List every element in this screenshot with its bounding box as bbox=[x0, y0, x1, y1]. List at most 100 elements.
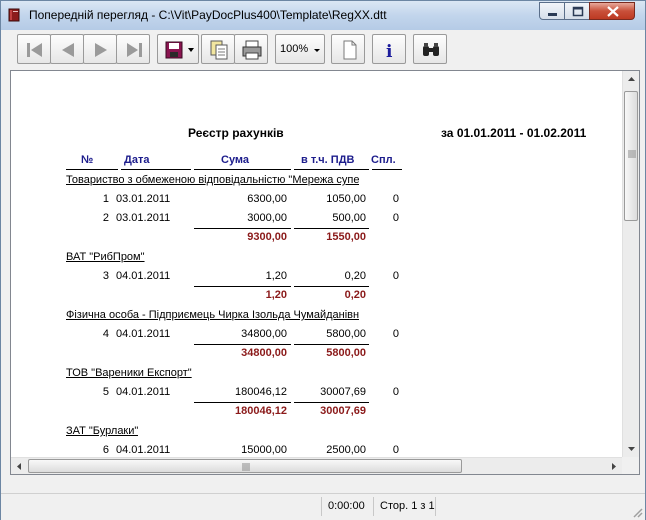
header-underline bbox=[294, 169, 369, 170]
group-total-sum: 1,20 bbox=[265, 289, 287, 301]
group-name: ТОВ "Вареники Експорт" bbox=[66, 367, 192, 379]
last-page-icon bbox=[127, 43, 142, 57]
status-bar: 0:00:00 Стор. 1 з 1 bbox=[1, 493, 645, 520]
row-date: 04.01.2011 bbox=[116, 386, 171, 398]
row-paid: 0 bbox=[392, 193, 399, 205]
scroll-down-arrow-icon[interactable] bbox=[623, 440, 640, 457]
save-icon bbox=[165, 41, 194, 59]
row-number: 1 bbox=[102, 193, 109, 205]
preview-window: Попередній перегляд - C:\Vit\PayDocPlus4… bbox=[0, 0, 646, 520]
group-total-sum: 34800,00 bbox=[241, 347, 287, 359]
status-time: 0:00:00 bbox=[321, 497, 373, 516]
resize-grip-icon[interactable] bbox=[631, 506, 643, 518]
total-line bbox=[194, 402, 291, 403]
group-name: ЗАТ "Бурлаки" bbox=[66, 425, 139, 437]
row-vat: 5800,00 bbox=[326, 328, 366, 340]
last-page-button[interactable] bbox=[116, 34, 150, 64]
column-header-vat: в т.ч. ПДВ bbox=[301, 154, 355, 166]
horizontal-scroll-thumb[interactable] bbox=[28, 459, 462, 473]
header-underline bbox=[121, 169, 191, 170]
header-underline bbox=[372, 169, 402, 170]
previous-page-icon bbox=[62, 43, 74, 57]
row-vat: 1050,00 bbox=[326, 193, 366, 205]
find-button[interactable] bbox=[413, 34, 447, 64]
row-vat: 30007,69 bbox=[320, 386, 366, 398]
minimize-icon bbox=[548, 13, 557, 16]
row-paid: 0 bbox=[392, 328, 399, 340]
close-icon bbox=[607, 6, 619, 17]
info-icon: i bbox=[386, 42, 393, 62]
total-line bbox=[194, 228, 291, 229]
scroll-left-arrow-icon[interactable] bbox=[11, 458, 28, 475]
info-button[interactable]: i bbox=[372, 34, 406, 64]
row-date: 03.01.2011 bbox=[116, 212, 171, 224]
group-name: ВАТ "РибПром" bbox=[66, 251, 145, 263]
vertical-scroll-thumb[interactable] bbox=[624, 91, 638, 221]
row-paid: 0 bbox=[392, 444, 399, 456]
scroll-up-arrow-icon[interactable] bbox=[623, 71, 640, 88]
row-sum: 1,20 bbox=[265, 270, 287, 282]
zoom-value: 100% bbox=[280, 43, 309, 55]
row-date: 04.01.2011 bbox=[116, 270, 171, 282]
first-page-button[interactable] bbox=[17, 34, 51, 64]
binoculars-icon bbox=[423, 43, 439, 56]
scroll-right-arrow-icon[interactable] bbox=[605, 458, 622, 475]
row-sum: 3000,00 bbox=[247, 212, 287, 224]
report-page: Реєстр рахунків за 01.01.2011 - 01.02.20… bbox=[11, 71, 622, 457]
page-setup-button[interactable] bbox=[331, 34, 365, 64]
group-total-sum: 9300,00 bbox=[247, 231, 287, 243]
row-sum: 15000,00 bbox=[241, 444, 287, 456]
group-total-vat: 0,20 bbox=[344, 289, 366, 301]
row-vat: 0,20 bbox=[344, 270, 366, 282]
row-sum: 180046,12 bbox=[235, 386, 287, 398]
row-paid: 0 bbox=[392, 270, 399, 282]
row-number: 2 bbox=[102, 212, 109, 224]
row-paid: 0 bbox=[392, 212, 399, 224]
print-button[interactable] bbox=[234, 34, 268, 64]
row-date: 03.01.2011 bbox=[116, 193, 171, 205]
status-page: Стор. 1 з 1 bbox=[373, 497, 435, 516]
row-vat: 500,00 bbox=[332, 212, 366, 224]
row-number: 5 bbox=[102, 386, 109, 398]
maximize-button[interactable] bbox=[564, 2, 590, 20]
group-total-sum: 180046,12 bbox=[235, 405, 287, 417]
column-header-date: Дата bbox=[124, 154, 150, 166]
printer-icon bbox=[242, 40, 262, 60]
scroll-grip-icon bbox=[242, 463, 250, 471]
toolbar: 100% i bbox=[9, 30, 639, 68]
report-title: Реєстр рахунків bbox=[188, 126, 284, 140]
zoom-dropdown[interactable]: 100% bbox=[275, 34, 325, 64]
close-button[interactable] bbox=[589, 2, 635, 20]
app-book-icon bbox=[8, 8, 20, 22]
horizontal-scrollbar[interactable] bbox=[11, 457, 622, 474]
column-header-sum: Сума bbox=[221, 154, 250, 166]
total-line bbox=[294, 228, 369, 229]
next-page-button[interactable] bbox=[83, 34, 117, 64]
maximize-icon bbox=[572, 6, 584, 17]
save-dropdown-button[interactable] bbox=[157, 34, 199, 64]
group-total-vat: 1550,00 bbox=[326, 231, 366, 243]
row-sum: 6300,00 bbox=[247, 193, 287, 205]
row-number: 4 bbox=[102, 328, 109, 340]
column-header-number: № bbox=[81, 154, 94, 166]
first-page-icon bbox=[27, 43, 42, 57]
vertical-scrollbar[interactable] bbox=[622, 71, 639, 457]
title-bar[interactable]: Попередній перегляд - C:\Vit\PayDocPlus4… bbox=[1, 1, 645, 30]
minimize-button[interactable] bbox=[539, 2, 565, 20]
total-line bbox=[194, 344, 291, 345]
group-name: Товариство з обмеженою відповідальністю … bbox=[66, 174, 360, 186]
preview-area[interactable]: Реєстр рахунків за 01.01.2011 - 01.02.20… bbox=[10, 70, 640, 475]
blank-page-icon bbox=[343, 40, 357, 60]
total-line bbox=[294, 402, 369, 403]
copy-button[interactable] bbox=[201, 34, 235, 64]
scroll-grip-icon bbox=[628, 150, 636, 158]
total-line bbox=[294, 344, 369, 345]
next-page-icon bbox=[95, 43, 107, 57]
row-date: 04.01.2011 bbox=[116, 328, 171, 340]
row-number: 6 bbox=[102, 444, 109, 456]
window-title: Попередній перегляд - C:\Vit\PayDocPlus4… bbox=[29, 8, 387, 22]
scroll-corner bbox=[622, 457, 639, 474]
total-line bbox=[294, 286, 369, 287]
previous-page-button[interactable] bbox=[50, 34, 84, 64]
report-period: за 01.01.2011 - 01.02.2011 bbox=[441, 126, 587, 140]
